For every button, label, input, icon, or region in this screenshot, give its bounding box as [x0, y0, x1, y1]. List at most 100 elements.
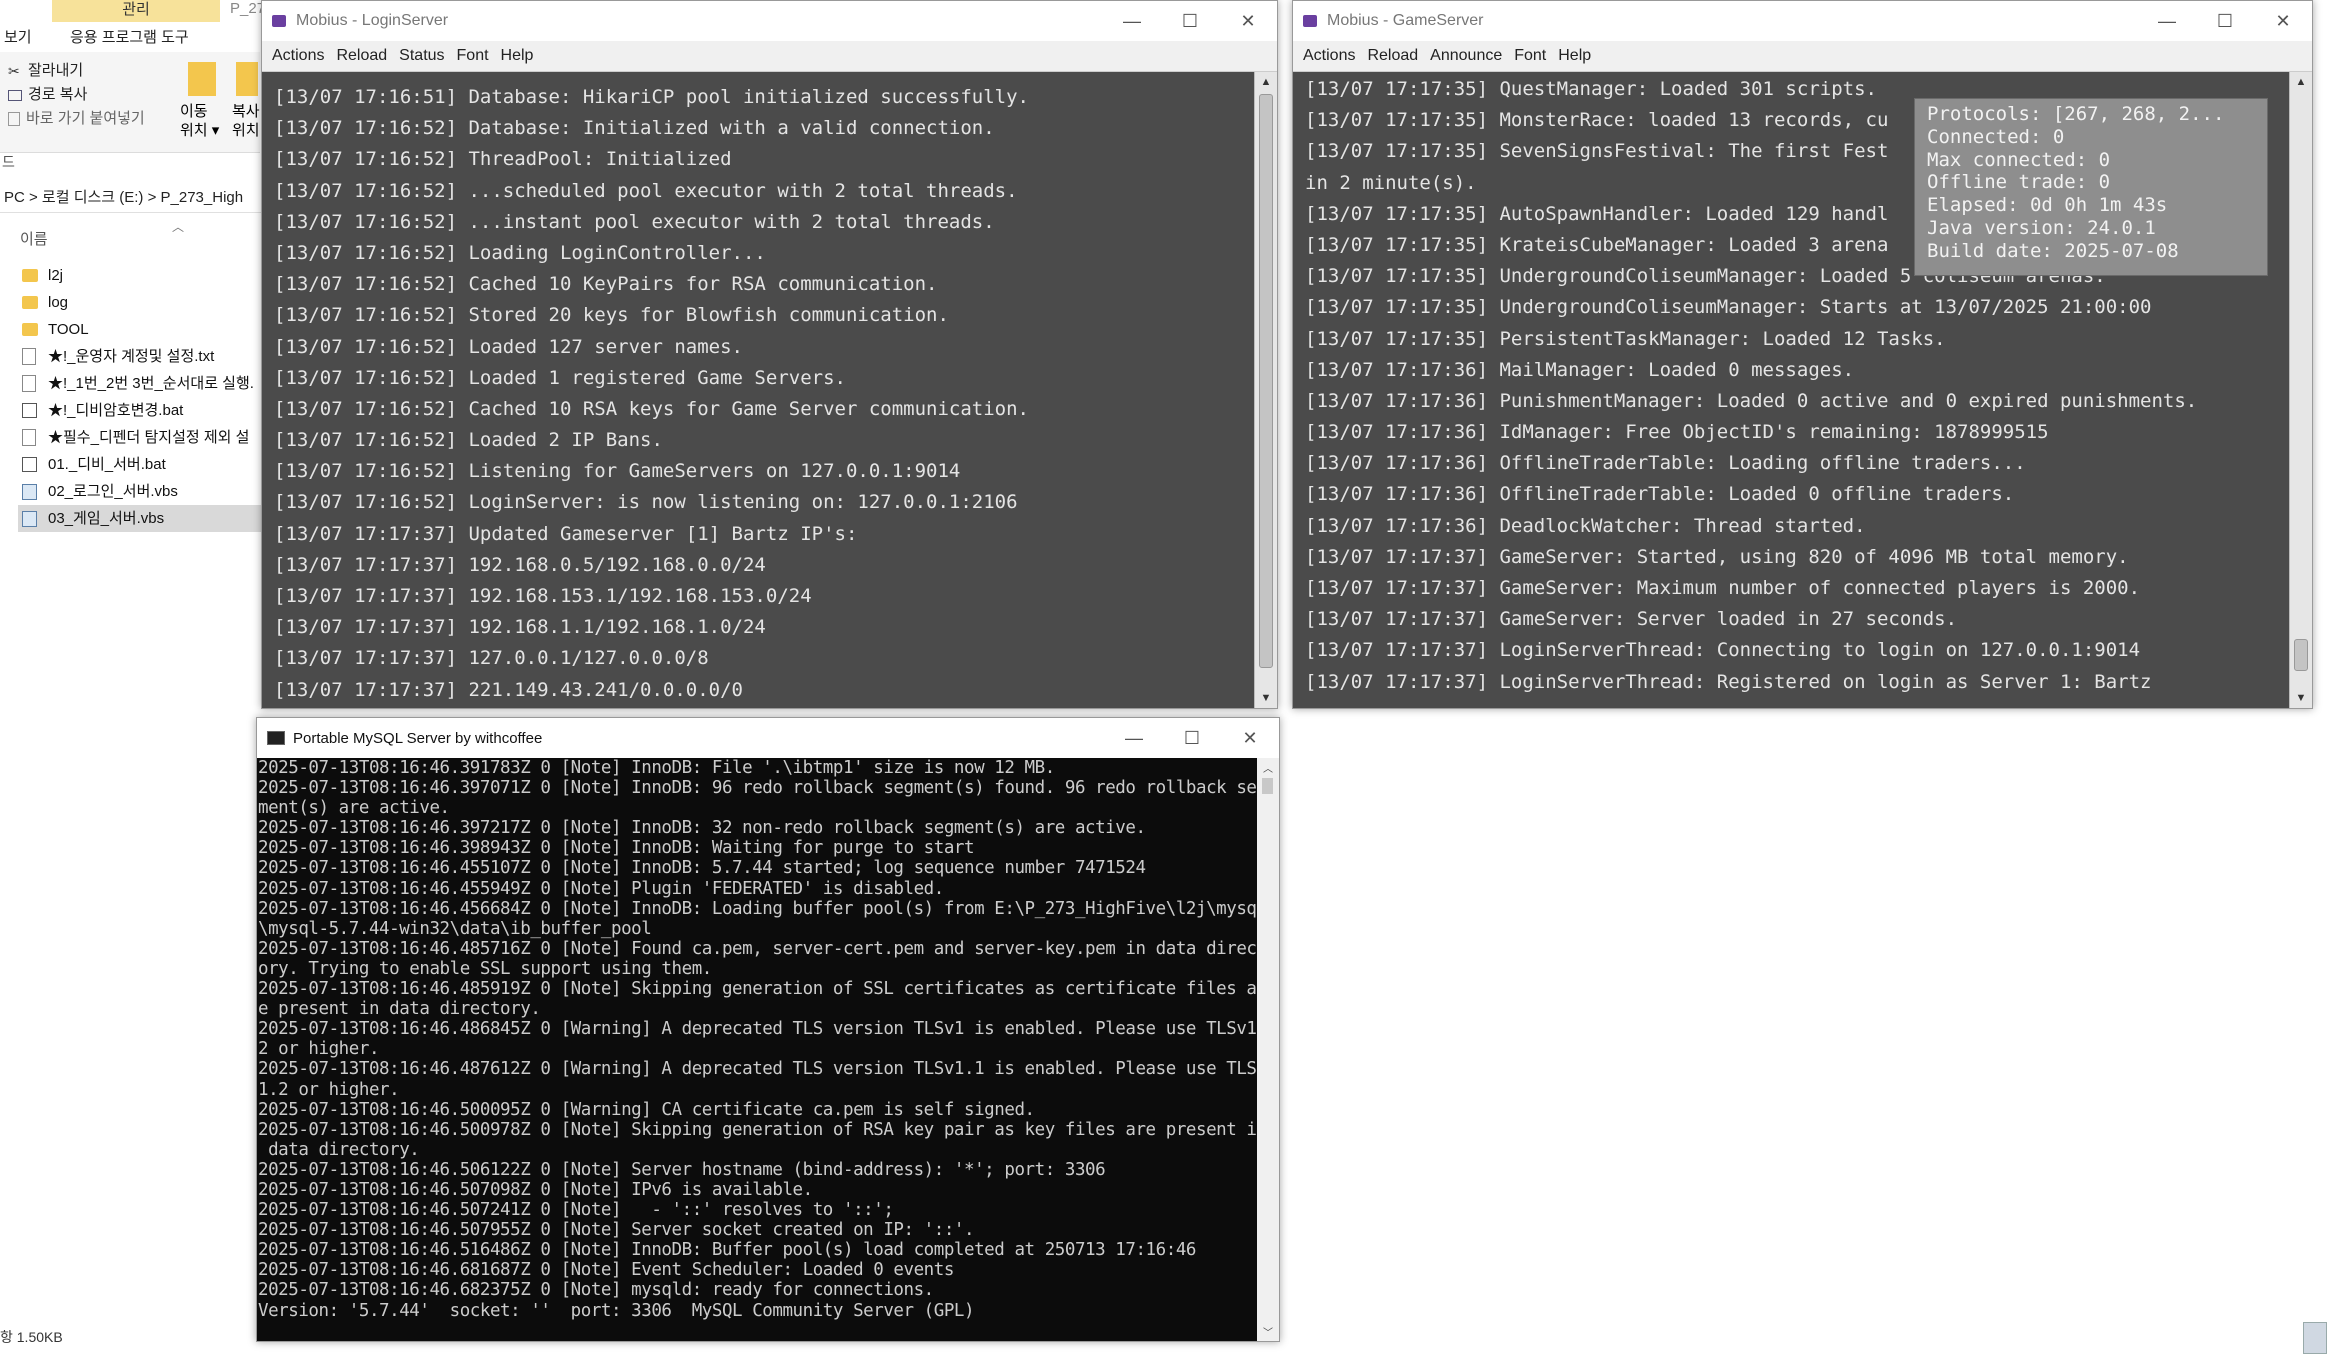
- maximize-button[interactable]: ☐: [1161, 11, 1219, 32]
- log-line: 2025-07-13T08:16:46.397217Z 0 [Note] Inn…: [258, 818, 1146, 839]
- menu-item-status[interactable]: Status: [399, 47, 444, 65]
- scroll-thumb[interactable]: [1262, 778, 1273, 794]
- scroll-down-arrow-icon[interactable]: ▼: [1255, 692, 1277, 704]
- log-line: [13/07 17:16:52] Listening for GameServe…: [274, 460, 961, 483]
- column-header-name[interactable]: 이름: [20, 228, 48, 249]
- file-item[interactable]: TOOL: [22, 316, 262, 343]
- file-item[interactable]: ★!_1번_2번 3번_순서대로 실행.: [22, 370, 262, 397]
- sort-chevron-icon[interactable]: ︿: [172, 218, 184, 235]
- status-line: Offline trade: 0: [1927, 171, 2111, 194]
- cut-label: 잘라내기: [28, 62, 84, 79]
- app-icon: [1303, 15, 1317, 27]
- file-item[interactable]: 01._디비_서버.bat: [22, 451, 262, 478]
- cut-button[interactable]: ✂ 잘라내기: [8, 60, 83, 82]
- paste-shortcut-icon: [8, 112, 20, 126]
- copy-path-icon: [8, 89, 22, 101]
- tab-manage[interactable]: 관리: [52, 0, 220, 22]
- menu-item-actions[interactable]: Actions: [1303, 47, 1355, 65]
- menu-item-actions[interactable]: Actions: [272, 47, 324, 65]
- login-console[interactable]: [13/07 17:16:51] Database: HikariCP pool…: [262, 72, 1255, 708]
- scroll-up-arrow-icon[interactable]: ︿: [1257, 760, 1279, 775]
- login-menubar: Actions Reload Status Font Help: [262, 41, 1277, 72]
- script-file-icon: [22, 510, 37, 527]
- tab-app-tools[interactable]: 응용 프로그램 도구: [70, 26, 189, 47]
- scroll-down-arrow-icon[interactable]: ▼: [2290, 692, 2312, 704]
- menu-item-font[interactable]: Font: [1514, 47, 1546, 65]
- menu-item-announce[interactable]: Announce: [1430, 47, 1502, 65]
- copy-path-button[interactable]: 경로 복사: [8, 84, 87, 106]
- menu-item-reload[interactable]: Reload: [1367, 47, 1418, 65]
- log-line: Version: '5.7.44' socket: '' port: 3306 …: [258, 1300, 975, 1321]
- text-file-icon: [22, 429, 36, 446]
- move-to-icon: [188, 62, 216, 96]
- mysql-console-window[interactable]: Portable MySQL Server by withcoffee — ☐ …: [256, 717, 1280, 1342]
- status-line: Java version: 24.0.1: [1927, 216, 2156, 239]
- mysql-console[interactable]: 2025-07-13T08:16:46.391783Z 0 [Note] Inn…: [257, 758, 1257, 1341]
- menu-item-help[interactable]: Help: [1558, 47, 1591, 65]
- file-item[interactable]: ★필수_디펜더 탐지설정 제외 설: [22, 424, 262, 451]
- scroll-down-arrow-icon[interactable]: ﹀: [1257, 1324, 1279, 1339]
- ribbon: ✂ 잘라내기 경로 복사 바로 가기 붙여넣기 이동 위치 ▾ 복사 위치: [0, 52, 260, 153]
- maximize-button[interactable]: ☐: [1163, 728, 1221, 749]
- login-scrollbar[interactable]: ▲ ▼: [1254, 72, 1277, 708]
- log-line: [13/07 17:17:37] GameServer: Started, us…: [1305, 545, 2129, 568]
- game-titlebar[interactable]: Mobius - GameServer — ☐ ✕: [1293, 1, 2312, 41]
- log-line: [13/07 17:17:37] GameServer: Server load…: [1305, 608, 1958, 631]
- log-line: [13/07 17:17:35] UndergroundColiseumMana…: [1305, 296, 2152, 319]
- file-item[interactable]: l2j: [22, 262, 262, 289]
- log-line: [13/07 17:17:36] MailManager: Loaded 0 m…: [1305, 358, 1855, 381]
- tab-view[interactable]: 보기: [4, 26, 32, 47]
- game-scrollbar[interactable]: ▲ ▼: [2289, 72, 2312, 708]
- log-line: 2025-07-13T08:16:46.485716Z 0 [Note] Fou…: [258, 938, 1257, 959]
- minimize-button[interactable]: —: [1105, 728, 1163, 749]
- paste-shortcut-button[interactable]: 바로 가기 붙여넣기: [8, 108, 145, 130]
- scroll-up-arrow-icon[interactable]: ▲: [2290, 76, 2312, 88]
- status-line: Max connected: 0: [1927, 148, 2111, 171]
- log-line: 2025-07-13T08:16:46.507098Z 0 [Note] IPv…: [258, 1179, 813, 1200]
- close-button[interactable]: ✕: [1221, 728, 1279, 749]
- scroll-thumb[interactable]: [2294, 639, 2308, 671]
- tab-partial[interactable]: P_27: [230, 0, 265, 17]
- maximize-button[interactable]: ☐: [2196, 11, 2254, 32]
- status-line: Build date: 2025-07-08: [1927, 239, 2179, 262]
- log-line: ment(s) are active.: [258, 798, 450, 819]
- close-button[interactable]: ✕: [2254, 11, 2312, 32]
- status-line: Elapsed: 0d 0h 1m 43s: [1927, 194, 2168, 217]
- file-name: l2j: [48, 267, 64, 284]
- copy-to-button[interactable]: 복사 위치: [232, 102, 260, 140]
- menu-item-reload[interactable]: Reload: [336, 47, 387, 65]
- log-line: [13/07 17:16:52] Loading LoginController…: [274, 241, 766, 264]
- file-item[interactable]: 02_로그인_서버.vbs: [22, 478, 262, 505]
- menu-item-font[interactable]: Font: [457, 47, 489, 65]
- file-item[interactable]: ★!_디비암호변경.bat: [22, 397, 262, 424]
- login-titlebar[interactable]: Mobius - LoginServer — ☐ ✕: [262, 1, 1277, 41]
- paste-shortcut-label: 바로 가기 붙여넣기: [26, 110, 145, 127]
- log-line: 2025-07-13T08:16:46.455107Z 0 [Note] Inn…: [258, 858, 1146, 879]
- move-to-button[interactable]: 이동 위치 ▾: [180, 102, 219, 140]
- status-line: Connected: 0: [1927, 125, 2065, 148]
- log-line: [13/07 17:16:52] Database: Initialized w…: [274, 117, 995, 140]
- file-item[interactable]: log: [22, 289, 262, 316]
- log-line: 2025-07-13T08:16:46.682375Z 0 [Note] mys…: [258, 1280, 934, 1301]
- log-line: 2025-07-13T08:16:46.398943Z 0 [Note] Inn…: [258, 838, 975, 859]
- log-line: 2025-07-13T08:16:46.506122Z 0 [Note] Ser…: [258, 1159, 1106, 1180]
- close-button[interactable]: ✕: [1219, 11, 1277, 32]
- log-line: [13/07 17:17:37] 221.149.43.241/0.0.0.0/…: [274, 678, 743, 701]
- mysql-scrollbar[interactable]: ︿ ﹀: [1257, 758, 1279, 1341]
- app-icon: [272, 15, 286, 27]
- minimize-button[interactable]: —: [2138, 11, 2196, 32]
- log-line: [13/07 17:17:37] 192.168.1.1/192.168.1.0…: [274, 616, 766, 639]
- tray-button[interactable]: [2303, 1322, 2327, 1354]
- mysql-titlebar[interactable]: Portable MySQL Server by withcoffee — ☐ …: [257, 718, 1279, 758]
- menu-item-help[interactable]: Help: [501, 47, 534, 65]
- scroll-thumb[interactable]: [1259, 94, 1273, 668]
- login-server-window[interactable]: Mobius - LoginServer — ☐ ✕ Actions Reload…: [261, 0, 1278, 709]
- log-line: [13/07 17:16:52] Loaded 2 IP Bans.: [274, 429, 663, 452]
- file-item[interactable]: 03_게임_서버.vbs: [18, 505, 262, 532]
- log-line: [13/07 17:17:37] LoginServerThread: Conn…: [1305, 639, 2141, 662]
- log-line: 2025-07-13T08:16:46.516486Z 0 [Note] Inn…: [258, 1240, 1196, 1261]
- minimize-button[interactable]: —: [1103, 11, 1161, 32]
- address-bar[interactable]: PC > 로컬 디스크 (E:) > P_273_High: [0, 184, 266, 213]
- file-item[interactable]: ★!_운영자 계정및 설정.txt: [22, 343, 262, 370]
- scroll-up-arrow-icon[interactable]: ▲: [1255, 76, 1277, 88]
